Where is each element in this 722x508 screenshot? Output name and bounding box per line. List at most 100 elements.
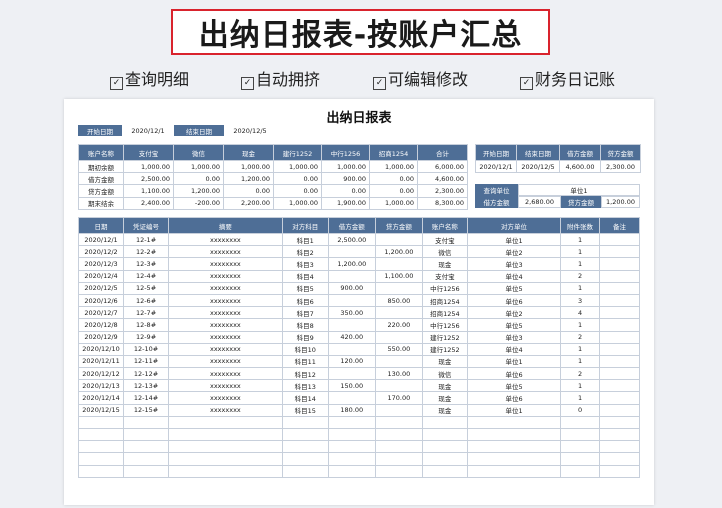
- detail-cell[interactable]: [168, 415, 283, 430]
- detail-cell[interactable]: [327, 293, 376, 308]
- detail-cell[interactable]: [374, 452, 423, 466]
- detail-cell[interactable]: [327, 427, 376, 442]
- detail-cell[interactable]: [168, 440, 283, 454]
- detail-cell[interactable]: 中行1256: [421, 281, 468, 295]
- detail-cell[interactable]: [598, 330, 641, 344]
- detail-cell[interactable]: 招商1254: [421, 293, 468, 308]
- detail-cell[interactable]: 420.00: [327, 330, 376, 344]
- detail-cell[interactable]: [421, 415, 468, 430]
- detail-cell[interactable]: [560, 452, 600, 466]
- detail-cell[interactable]: 12-10#: [123, 342, 170, 356]
- detail-cell[interactable]: [421, 464, 468, 478]
- detail-cell[interactable]: [560, 415, 600, 430]
- detail-cell[interactable]: [374, 464, 423, 478]
- detail-cell[interactable]: 0: [560, 403, 600, 417]
- detail-cell[interactable]: 12-14#: [123, 391, 170, 405]
- detail-cell[interactable]: [374, 427, 423, 442]
- detail-cell[interactable]: 12-1#: [123, 232, 170, 247]
- detail-cell[interactable]: 12-2#: [123, 245, 170, 259]
- detail-cell[interactable]: 2020/12/7: [77, 306, 125, 320]
- detail-cell[interactable]: [327, 464, 376, 478]
- detail-cell[interactable]: [466, 427, 562, 442]
- detail-cell[interactable]: 建行1252: [421, 330, 468, 344]
- detail-cell[interactable]: [327, 245, 376, 259]
- detail-cell[interactable]: 4: [560, 306, 600, 320]
- detail-cell[interactable]: [598, 232, 641, 247]
- detail-cell[interactable]: 科目15: [281, 403, 329, 417]
- detail-cell[interactable]: 1: [560, 281, 600, 295]
- detail-cell[interactable]: 170.00: [374, 391, 423, 405]
- detail-cell[interactable]: xxxxxxxx: [168, 281, 283, 295]
- detail-cell[interactable]: [598, 293, 641, 308]
- detail-cell[interactable]: [281, 464, 329, 478]
- detail-cell[interactable]: 2020/12/9: [77, 330, 125, 344]
- detail-cell[interactable]: 2: [560, 367, 600, 381]
- detail-cell[interactable]: 科目13: [281, 379, 329, 393]
- detail-cell[interactable]: 900.00: [327, 281, 376, 295]
- detail-cell[interactable]: [281, 452, 329, 466]
- detail-cell[interactable]: 单位6: [466, 391, 562, 405]
- detail-cell[interactable]: [598, 269, 641, 283]
- detail-cell[interactable]: [421, 452, 468, 466]
- detail-cell[interactable]: xxxxxxxx: [168, 306, 283, 320]
- detail-cell[interactable]: 单位1: [466, 232, 562, 247]
- detail-cell[interactable]: 科目2: [281, 245, 329, 259]
- detail-cell[interactable]: [374, 330, 423, 344]
- detail-cell[interactable]: [466, 440, 562, 454]
- detail-cell[interactable]: 单位5: [466, 281, 562, 295]
- detail-cell[interactable]: [598, 281, 641, 295]
- detail-cell[interactable]: 招商1254: [421, 306, 468, 320]
- detail-cell[interactable]: 2020/12/4: [77, 269, 125, 283]
- detail-cell[interactable]: [598, 354, 641, 369]
- detail-cell[interactable]: 单位4: [466, 342, 562, 356]
- detail-cell[interactable]: 1: [560, 391, 600, 405]
- detail-cell[interactable]: [374, 281, 423, 295]
- detail-cell[interactable]: 单位2: [466, 245, 562, 259]
- detail-cell[interactable]: 单位5: [466, 318, 562, 332]
- detail-cell[interactable]: 科目9: [281, 330, 329, 344]
- detail-cell[interactable]: 1: [560, 318, 600, 332]
- detail-cell[interactable]: 单位3: [466, 257, 562, 271]
- detail-cell[interactable]: [123, 440, 170, 454]
- detail-cell[interactable]: [598, 391, 641, 405]
- detail-cell[interactable]: xxxxxxxx: [168, 379, 283, 393]
- detail-cell[interactable]: 2: [560, 330, 600, 344]
- detail-cell[interactable]: xxxxxxxx: [168, 269, 283, 283]
- detail-cell[interactable]: 130.00: [374, 367, 423, 381]
- detail-cell[interactable]: [374, 354, 423, 369]
- detail-cell[interactable]: [598, 257, 641, 271]
- detail-cell[interactable]: 支付宝: [421, 232, 468, 247]
- detail-cell[interactable]: xxxxxxxx: [168, 318, 283, 332]
- detail-cell[interactable]: 科目7: [281, 306, 329, 320]
- detail-cell[interactable]: 现金: [421, 379, 468, 393]
- detail-cell[interactable]: 单位2: [466, 306, 562, 320]
- detail-cell[interactable]: 850.00: [374, 293, 423, 308]
- detail-cell[interactable]: 2020/12/10: [77, 342, 125, 356]
- detail-cell[interactable]: [327, 391, 376, 405]
- detail-cell[interactable]: 2020/12/12: [77, 367, 125, 381]
- detail-cell[interactable]: [466, 452, 562, 466]
- detail-cell[interactable]: [327, 269, 376, 283]
- detail-cell[interactable]: [598, 379, 641, 393]
- detail-cell[interactable]: 1: [560, 354, 600, 369]
- detail-cell[interactable]: 科目8: [281, 318, 329, 332]
- detail-cell[interactable]: [598, 427, 641, 442]
- detail-cell[interactable]: 12-9#: [123, 330, 170, 344]
- start-date-value[interactable]: 2020/12/1: [122, 125, 174, 136]
- detail-cell[interactable]: 建行1252: [421, 342, 468, 356]
- detail-cell[interactable]: [327, 452, 376, 466]
- detail-cell[interactable]: 科目6: [281, 293, 329, 308]
- detail-cell[interactable]: [421, 440, 468, 454]
- detail-cell[interactable]: 1: [560, 257, 600, 271]
- detail-cell[interactable]: 12-7#: [123, 306, 170, 320]
- detail-cell[interactable]: [123, 415, 170, 430]
- detail-cell[interactable]: [123, 452, 170, 466]
- detail-cell[interactable]: 现金: [421, 403, 468, 417]
- detail-cell[interactable]: xxxxxxxx: [168, 354, 283, 369]
- detail-cell[interactable]: 150.00: [327, 379, 376, 393]
- detail-cell[interactable]: 单位4: [466, 269, 562, 283]
- detail-cell[interactable]: [560, 440, 600, 454]
- detail-cell[interactable]: 12-11#: [123, 354, 170, 369]
- detail-cell[interactable]: [374, 379, 423, 393]
- detail-cell[interactable]: 微信: [421, 245, 468, 259]
